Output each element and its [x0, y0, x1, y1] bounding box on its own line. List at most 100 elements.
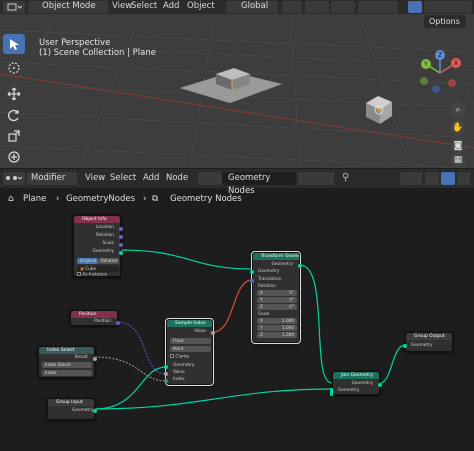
- socket-join-multi-in[interactable]: [330, 388, 333, 396]
- index-select-title: Index Select: [39, 347, 94, 354]
- group-input-geometry: Geometry: [72, 408, 94, 413]
- group-input-title: Group Input: [48, 399, 94, 406]
- rotation-y-field[interactable]: Y 0°: [257, 297, 297, 303]
- socket-geometry[interactable]: [119, 251, 123, 255]
- rotate-icon: [8, 109, 19, 122]
- socket-index-in[interactable]: [164, 379, 168, 383]
- move-tool[interactable]: [3, 84, 25, 104]
- group-output-title: Group Output: [406, 333, 452, 340]
- transform-tool[interactable]: [3, 147, 25, 167]
- socket-value-in[interactable]: [164, 372, 168, 376]
- index-select-field[interactable]: Index Select: [42, 362, 92, 368]
- gizmo-toggle-button[interactable]: [408, 1, 422, 13]
- socket-value-out[interactable]: [211, 331, 215, 335]
- camera-view-icon[interactable]: ◙: [450, 138, 466, 154]
- index-select-result: Result: [74, 355, 88, 360]
- scale-z-value: 1.000: [282, 332, 294, 337]
- sample-index-geometry-in: Geometry: [173, 363, 195, 368]
- viewport-perspective-label: User Perspective: [39, 38, 111, 48]
- navigation-gizmo[interactable]: X Y Z: [412, 50, 470, 94]
- transform-geometry-node[interactable]: Transform Geometry Geometry Geometry Tra…: [250, 251, 302, 344]
- cursor-tool[interactable]: [3, 58, 25, 78]
- clamp-checkbox[interactable]: Clamp: [170, 354, 189, 360]
- position-output: Position: [94, 319, 111, 324]
- rotation-x-field[interactable]: X 0°: [257, 290, 297, 296]
- scale-y-field[interactable]: Y 1.000: [257, 325, 297, 331]
- snap-button[interactable]: [305, 1, 329, 13]
- select-box-tool[interactable]: [3, 34, 25, 54]
- options-button[interactable]: Options: [424, 15, 466, 28]
- index-input-field[interactable]: Index: [42, 370, 92, 376]
- relative-toggle[interactable]: Relative: [98, 258, 119, 264]
- menu-object[interactable]: Object: [187, 1, 215, 11]
- shading-buttons[interactable]: [424, 1, 472, 13]
- output-geometry: Geometry: [92, 249, 114, 254]
- socket-position[interactable]: [116, 321, 120, 325]
- scale-tool[interactable]: [3, 126, 25, 146]
- index-select-node[interactable]: Index Select Result Index Select Index: [38, 346, 97, 378]
- socket-location[interactable]: [119, 227, 123, 231]
- pivot-button[interactable]: [282, 1, 302, 13]
- scale-icon: [8, 130, 20, 142]
- editor-type-button[interactable]: [3, 1, 25, 13]
- group-input-node[interactable]: Group Input Geometry: [47, 398, 97, 420]
- translation-label: Translation: [258, 277, 282, 282]
- rotation-y-axis: Y: [260, 297, 263, 302]
- 3d-viewport[interactable]: Object Mode View Select Add Object Globa…: [0, 0, 474, 168]
- orientation-label: Global: [241, 1, 269, 11]
- grid-view-icon[interactable]: ▦: [450, 154, 466, 166]
- original-toggle[interactable]: Original: [77, 258, 98, 264]
- rotation-label: Rotation: [258, 284, 276, 289]
- transform-icon: [8, 151, 20, 163]
- proportional-edit-button[interactable]: [331, 1, 355, 13]
- socket-group-output-in[interactable]: [403, 344, 407, 348]
- menu-select[interactable]: Select: [131, 1, 157, 11]
- menu-view[interactable]: View: [112, 1, 132, 11]
- group-output-geometry: Geometry: [411, 343, 433, 348]
- position-node[interactable]: Position Position: [70, 310, 120, 326]
- sample-index-title: Sample Index: [167, 320, 212, 327]
- join-geometry-node[interactable]: Join Geometry Geometry Geometry: [330, 371, 382, 396]
- scale-y-axis: Y: [260, 325, 263, 330]
- join-geometry-out: Geometry: [351, 381, 373, 386]
- orientation-dropdown[interactable]: Global: [226, 1, 278, 13]
- domain-dropdown[interactable]: Point: [170, 346, 211, 352]
- socket-group-input-geometry[interactable]: [93, 409, 97, 413]
- socket-translation-in[interactable]: [250, 279, 254, 283]
- socket-transform-geometry-in[interactable]: [250, 270, 254, 274]
- gizmo-y-label: Y: [423, 61, 428, 68]
- object-info-title: Object Info: [74, 216, 120, 223]
- socket-result[interactable]: [93, 357, 97, 361]
- join-title: Join Geometry: [333, 372, 379, 379]
- rotation-y-value: 0°: [289, 297, 294, 302]
- socket-geometry-in[interactable]: [164, 365, 168, 369]
- rotation-z-field[interactable]: Z 0°: [257, 304, 297, 310]
- socket-join-out[interactable]: [378, 383, 382, 387]
- menu-add[interactable]: Add: [163, 1, 179, 11]
- output-scale: Scale: [102, 241, 114, 246]
- sample-index-node[interactable]: Sample Index Value Float Point Clamp Geo…: [164, 318, 215, 386]
- group-output-node[interactable]: Group Output Geometry: [403, 332, 453, 352]
- rotation-x-value: 0°: [289, 290, 294, 295]
- object-info-node[interactable]: Object Info Location Rotation Scale Geom…: [73, 215, 123, 278]
- socket-scale[interactable]: [119, 243, 123, 247]
- move-arrows-icon: [7, 87, 21, 101]
- object-field-value: Cube: [85, 266, 97, 271]
- scale-x-field[interactable]: X 1.000: [257, 318, 297, 324]
- overlay-toggles[interactable]: [358, 1, 398, 13]
- as-instance-checkbox[interactable]: As Instance: [77, 272, 107, 278]
- scale-x-value: 1.000: [282, 318, 294, 323]
- scale-z-field[interactable]: Z 1.000: [257, 332, 297, 338]
- rotate-tool[interactable]: [3, 105, 25, 125]
- socket-transform-out[interactable]: [298, 264, 302, 268]
- join-geometry-in: Geometry: [338, 388, 360, 393]
- pan-hand-icon[interactable]: ✋: [450, 120, 466, 136]
- sample-index-value-in: Value: [173, 370, 185, 375]
- scale-z-axis: Z: [260, 332, 263, 337]
- object-mode-dropdown[interactable]: Object Mode: [28, 1, 108, 13]
- socket-rotation[interactable]: [119, 235, 123, 239]
- zoom-icon[interactable]: ⌕: [450, 102, 466, 118]
- node-editor[interactable]: Modifier View Select Add Node Geometry N…: [0, 169, 474, 451]
- editor-type-icon: [7, 3, 23, 11]
- data-type-dropdown[interactable]: Float: [170, 338, 211, 344]
